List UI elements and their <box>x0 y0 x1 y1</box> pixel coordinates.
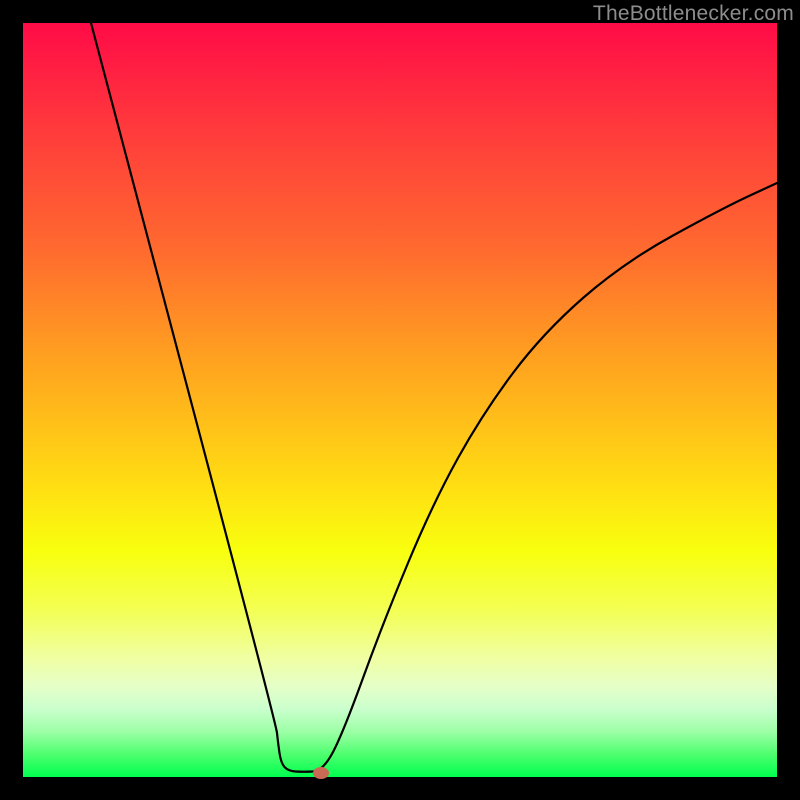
optimal-marker <box>313 767 329 779</box>
plot-area <box>23 23 777 777</box>
chart-frame: TheBottlenecker.com <box>0 0 800 800</box>
bottleneck-curve <box>23 23 777 777</box>
watermark-text: TheBottlenecker.com <box>593 2 794 26</box>
